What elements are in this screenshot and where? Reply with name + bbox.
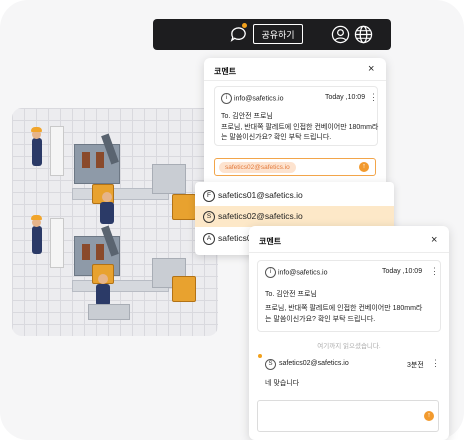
worker-head (102, 192, 112, 202)
mention-email: safetics02@safetics.io (218, 211, 303, 221)
user-icon[interactable] (331, 25, 350, 44)
avatar-letter: S (203, 211, 215, 223)
machine-panel (82, 152, 90, 168)
avatar-letter: A (203, 233, 215, 245)
comment-input[interactable]: safetics02@safetics.io ↑ (214, 158, 376, 176)
comment-card: i info@safetics.io Today ,10:09 ⋮ To. 김안… (214, 86, 378, 146)
comment-time: Today ,10:09 (382, 268, 423, 275)
worker (32, 226, 42, 254)
worker-head (98, 274, 108, 284)
comment-time: Today ,10:09 (325, 94, 366, 101)
panel-title: 코멘트 (214, 67, 237, 76)
divider (204, 80, 386, 81)
info-icon: i (221, 93, 232, 104)
machine-panel (96, 244, 104, 260)
pallet (152, 164, 186, 194)
reply-item: S safetics02@safetics.io 3분전 ⋮ 네 맞습니다 (249, 352, 449, 396)
reply-input[interactable]: ↑ (257, 400, 439, 432)
control-cabinet (50, 126, 64, 176)
comment-to-line: To. 김안전 프로님 (221, 113, 273, 120)
reply-author: safetics02@safetics.io (279, 360, 349, 367)
more-options-icon[interactable]: ⋮ (369, 92, 378, 103)
comment-author: info@safetics.io (233, 95, 284, 103)
hardhat (31, 127, 42, 132)
send-icon[interactable]: ↑ (424, 411, 434, 421)
pallet (88, 304, 130, 320)
info-icon: i (265, 267, 276, 278)
avatar-letter: F (203, 190, 215, 202)
worker (100, 202, 114, 224)
mention-chip[interactable]: safetics02@safetics.io (219, 162, 296, 173)
comment-panel-front: 코멘트 × i info@safetics.io Today ,10:09 ⋮ … (249, 226, 449, 440)
comment-body-line2: 는 말씀이신가요? 확인 부탁 드립니다. (265, 316, 376, 323)
mention-option-selected[interactable]: S safetics02@safetics.io (195, 206, 394, 227)
mention-option[interactable]: F safetics01@safetics.io (195, 185, 394, 206)
close-icon[interactable]: × (368, 63, 374, 75)
product-box (172, 194, 196, 220)
comment-body-line1: 프로님, 반대쪽 팔레트에 인접한 컨베이어만 180mm라 (221, 124, 379, 131)
globe-icon[interactable] (354, 25, 373, 44)
notification-dot (242, 23, 247, 28)
machine-panel (96, 152, 104, 168)
panel-title: 코멘트 (259, 237, 282, 246)
more-options-icon[interactable]: ⋮ (431, 358, 440, 369)
factory-illustration (12, 108, 218, 336)
worker (32, 138, 42, 166)
comment-body-line2: 는 말씀이신가요? 확인 부탁 드립니다. (221, 134, 332, 141)
divider (249, 252, 449, 253)
read-marker: 여기까지 읽으셨습니다. (317, 343, 381, 350)
top-toolbar: 공유하기 (153, 19, 391, 50)
comment-card: i info@safetics.io Today ,10:09 ⋮ To. 김안… (257, 260, 441, 332)
share-button[interactable]: 공유하기 (253, 24, 303, 44)
avatar: S (265, 359, 276, 370)
mention-email: safetics01@safetics.io (218, 190, 303, 200)
unread-dot (258, 354, 262, 358)
hardhat (31, 215, 42, 220)
close-icon[interactable]: × (431, 234, 437, 246)
machine-panel (82, 244, 90, 260)
send-icon[interactable]: ↑ (359, 162, 369, 172)
comment-body-line1: 프로님, 반대쪽 팔레트에 인접한 컨베이어만 180mm라 (265, 305, 423, 312)
more-options-icon[interactable]: ⋮ (430, 266, 439, 277)
comment-to-line: To. 김안전 프로님 (265, 291, 317, 298)
worker (96, 284, 110, 306)
reply-time: 3분전 (407, 362, 424, 369)
product-box (172, 276, 196, 302)
comment-panel-back: 코멘트 × i info@safetics.io Today ,10:09 ⋮ … (204, 58, 386, 188)
reply-body: 네 맞습니다 (265, 380, 300, 387)
comment-author: info@safetics.io (277, 269, 328, 277)
control-cabinet (50, 218, 64, 268)
